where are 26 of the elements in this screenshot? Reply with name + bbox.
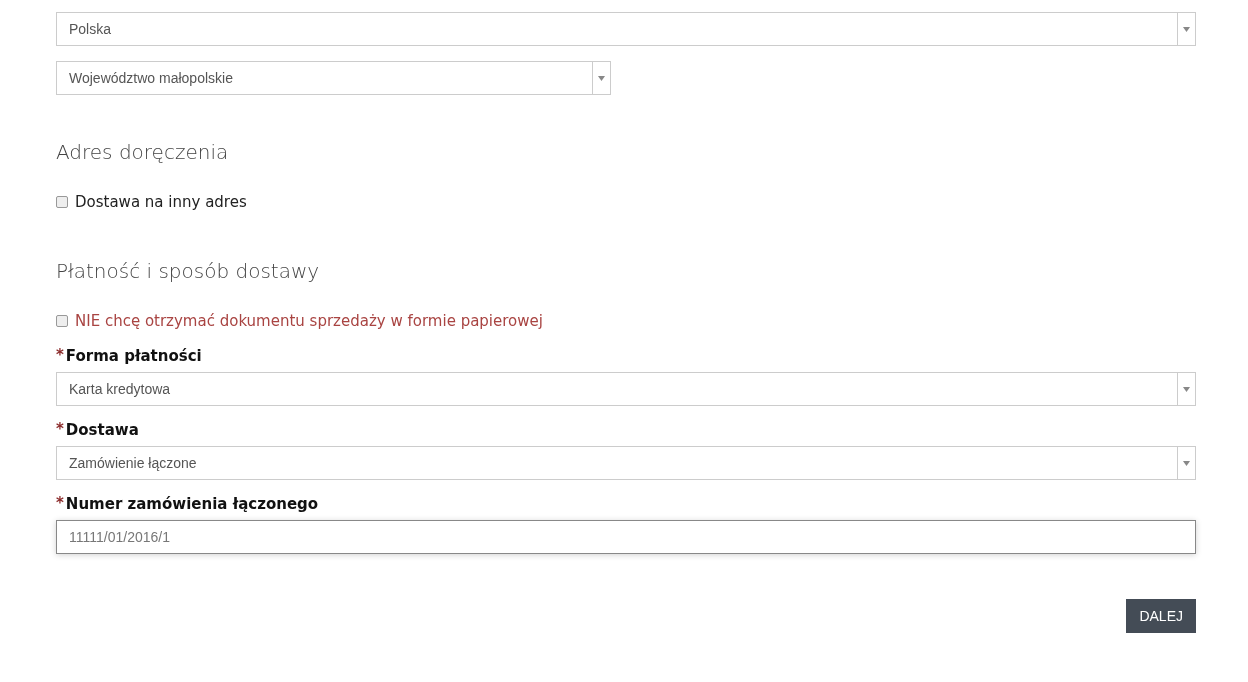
input-field[interactable]: 11111/01/2016/1 bbox=[56, 520, 1196, 554]
section-heading: Adres doręczenia bbox=[56, 139, 230, 165]
required-asterisk: * bbox=[56, 494, 64, 512]
caret-icon bbox=[1183, 386, 1190, 392]
checkbox-label: Dostawa na inny adres bbox=[75, 192, 247, 213]
field-label: Dostawa bbox=[65, 420, 139, 440]
field-label: Forma płatności bbox=[65, 346, 202, 366]
dropdown-value: Województwo małopolskie bbox=[68, 68, 234, 88]
checkbox-label: NIE chcę otrzymać dokumentu sprzedaży w formie papierowej bbox=[75, 310, 543, 332]
checkbox[interactable] bbox=[56, 196, 68, 209]
field-label: Numer zamówienia łączonego bbox=[65, 494, 319, 514]
next-button[interactable]: DALEJ bbox=[1126, 599, 1196, 633]
caret-icon bbox=[598, 75, 605, 81]
dropdown-field[interactable]: Zamówienie łączone bbox=[56, 446, 1196, 480]
checkbox[interactable] bbox=[56, 314, 68, 327]
section-heading: Płatność i sposób dostawy bbox=[56, 257, 321, 284]
dropdown-value: Polska bbox=[68, 19, 113, 39]
dropdown-value: Zamówienie łączone bbox=[68, 453, 198, 473]
caret-icon bbox=[1183, 26, 1190, 32]
dropdown-field[interactable]: Województwo małopolskie bbox=[56, 61, 611, 95]
dropdown-field[interactable]: Polska bbox=[56, 12, 1196, 46]
required-asterisk: * bbox=[56, 420, 64, 438]
caret-icon bbox=[1183, 460, 1190, 466]
dropdown-value: Karta kredytowa bbox=[68, 379, 172, 399]
dropdown-field[interactable]: Karta kredytowa bbox=[56, 372, 1196, 406]
required-asterisk: * bbox=[56, 346, 64, 364]
